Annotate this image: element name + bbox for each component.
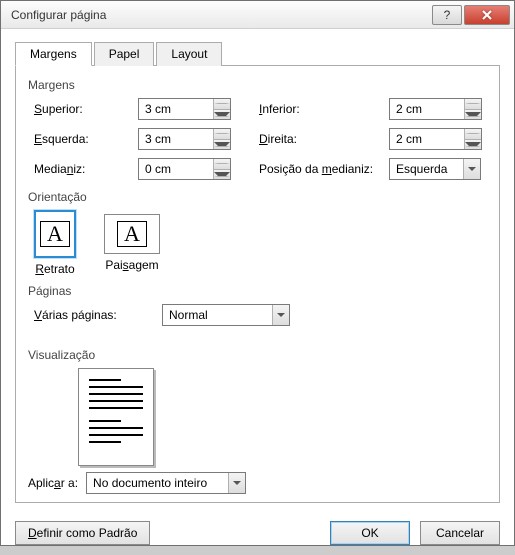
spinner-down-icon[interactable] [214, 110, 230, 120]
cancel-button[interactable]: Cancelar [420, 521, 500, 545]
varias-paginas-label: Várias páginas: [34, 308, 117, 322]
panel-margens: Margens Superior: Inferior: Esquerda: Di… [15, 66, 500, 503]
orientation-portrait[interactable]: A Retrato [34, 210, 76, 276]
esquerda-input[interactable] [138, 128, 231, 150]
help-button[interactable]: ? [432, 5, 462, 25]
pos-medianiz-select[interactable]: Esquerda [389, 158, 481, 180]
pos-medianiz-label: Posição da medianiz: [259, 162, 373, 176]
chevron-down-icon [228, 473, 245, 493]
set-default-label: Definir como Padrão [28, 526, 137, 540]
window-title: Configurar página [11, 8, 430, 22]
esquerda-label: Esquerda: [34, 132, 89, 146]
close-button[interactable] [464, 5, 510, 25]
close-icon [481, 9, 493, 21]
tab-margens[interactable]: Margens [15, 42, 92, 66]
orientation-landscape[interactable]: A Paisagem [104, 210, 160, 276]
aplicar-label: Aplicar a: [28, 476, 78, 490]
titlebar: Configurar página ? [1, 1, 514, 29]
orientation-landscape-label: Paisagem [104, 258, 160, 272]
spinner-up-icon[interactable] [465, 99, 481, 110]
inferior-label: Inferior: [259, 102, 300, 116]
medianiz-input[interactable] [138, 158, 231, 180]
preview-icon [78, 368, 154, 466]
spinner-up-icon[interactable] [465, 129, 481, 140]
superior-input[interactable] [138, 98, 231, 120]
page-setup-dialog: Configurar página ? Margens Papel Layout… [0, 0, 515, 546]
tabs: Margens Papel Layout [15, 41, 500, 66]
spinner-up-icon[interactable] [214, 159, 230, 170]
visualizacao-group-label: Visualização [28, 348, 487, 362]
help-icon: ? [444, 8, 451, 22]
chevron-down-icon [272, 305, 289, 325]
spinner-down-icon[interactable] [465, 110, 481, 120]
spinner-down-icon[interactable] [214, 140, 230, 150]
landscape-icon: A [117, 221, 147, 247]
spinner-up-icon[interactable] [214, 129, 230, 140]
spinner-down-icon[interactable] [465, 140, 481, 150]
superior-label: Superior: [34, 102, 83, 116]
varias-paginas-select[interactable]: Normal [162, 304, 290, 326]
medianiz-label: Medianiz: [34, 162, 85, 176]
orientacao-group-label: Orientação [28, 190, 487, 204]
tab-layout[interactable]: Layout [156, 42, 222, 66]
paginas-group-label: Páginas [28, 284, 487, 298]
spinner-down-icon[interactable] [214, 170, 230, 180]
spinner-up-icon[interactable] [214, 99, 230, 110]
direita-label: Direita: [259, 132, 297, 146]
inferior-input[interactable] [389, 98, 482, 120]
aplicar-select[interactable]: No documento inteiro [86, 472, 246, 494]
ok-button[interactable]: OK [330, 521, 410, 545]
margens-group-label: Margens [28, 78, 487, 92]
orientation-portrait-label: Retrato [34, 262, 76, 276]
tab-papel[interactable]: Papel [94, 42, 155, 66]
set-default-button[interactable]: Definir como Padrão [15, 521, 150, 545]
direita-input[interactable] [389, 128, 482, 150]
portrait-icon: A [40, 221, 70, 247]
chevron-down-icon [463, 159, 480, 179]
